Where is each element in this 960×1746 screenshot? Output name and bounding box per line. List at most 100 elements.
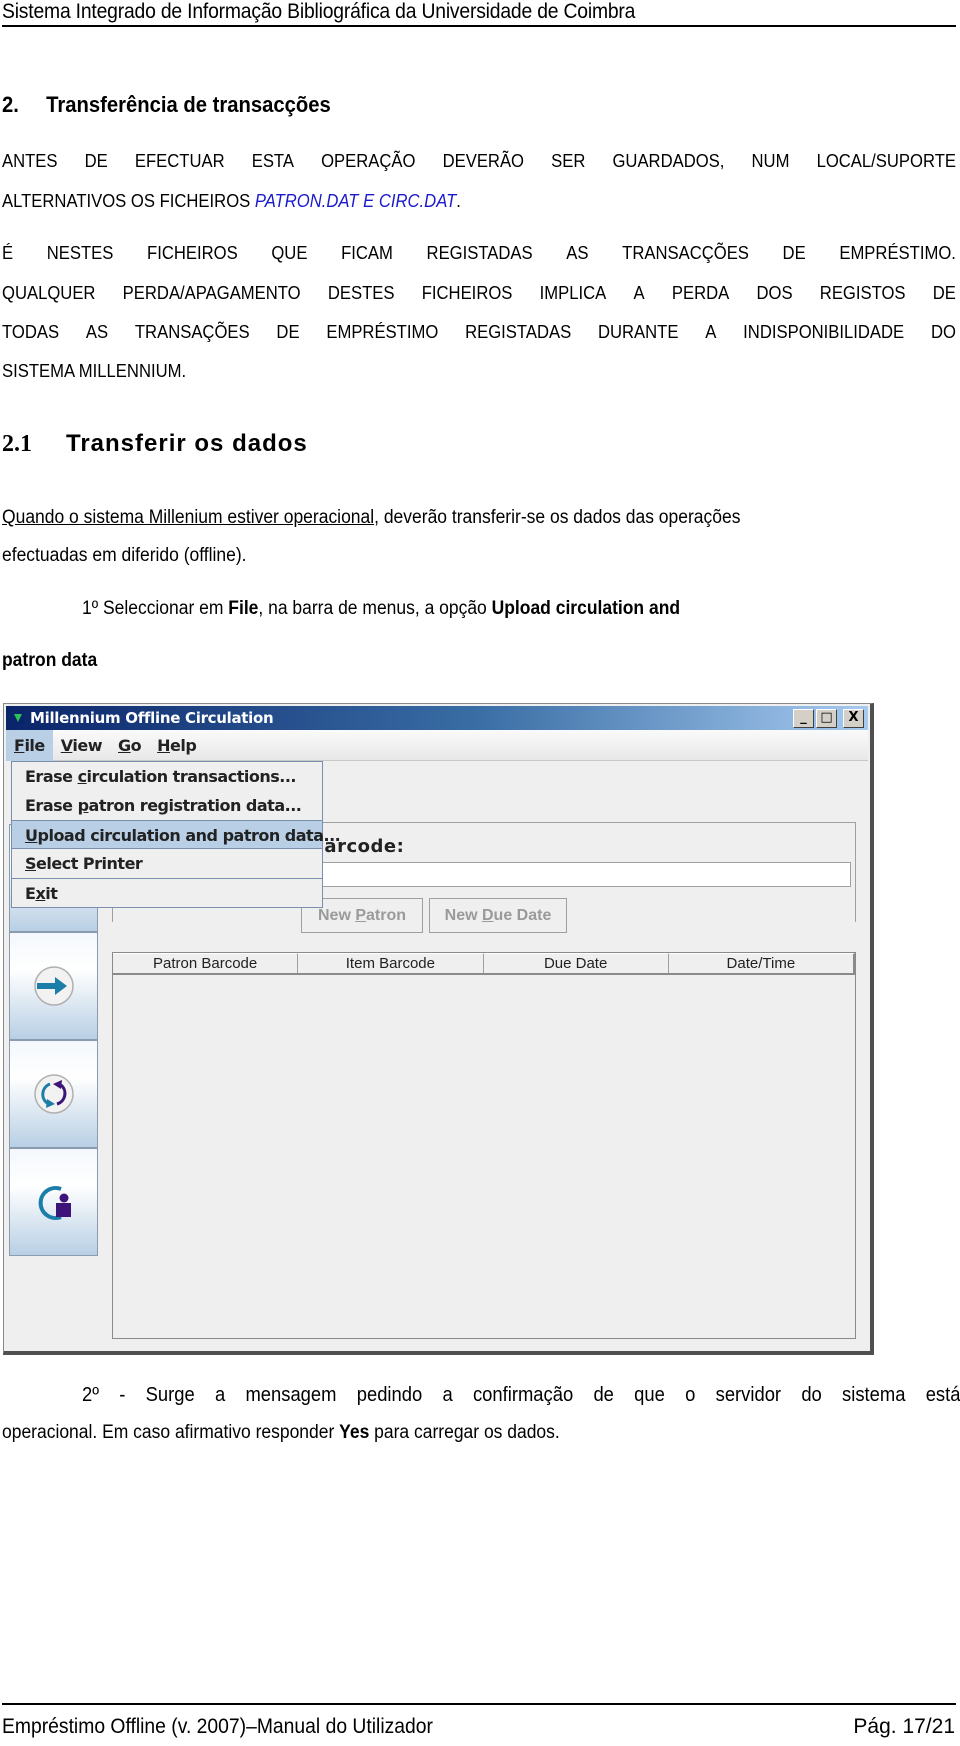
warning-line-1: ANTES DE EFECTUAR ESTA OPERAÇÃO DEVERÃO SER GUA… — [2, 150, 956, 172]
table-header: Patron Barcode Item Barcode Due Date Dat… — [113, 953, 855, 975]
step1-file: File — [228, 598, 259, 619]
word: EFECTUAR — [134, 150, 225, 171]
renew-button[interactable] — [9, 1040, 98, 1148]
page-number: Pág. 17/21 — [853, 1715, 955, 1738]
column-header-due-date[interactable]: Due Date — [483, 953, 669, 973]
maximize-button[interactable]: □ — [816, 709, 837, 728]
word: LOCAL/SUPORTE — [816, 150, 956, 171]
menu-item-erase-patron[interactable]: Erase patron registration data... — [12, 791, 322, 820]
word: É — [2, 242, 14, 263]
menu-view[interactable]: View — [53, 730, 110, 761]
word: a — [442, 1384, 453, 1406]
section-number: 2. — [2, 92, 19, 117]
column-header-date-time[interactable]: Date/Time — [668, 953, 855, 973]
step2-yes: Yes — [339, 1422, 370, 1443]
word: DE — [932, 282, 956, 303]
step1-text-2: , na barra de menus, a opção — [258, 598, 492, 619]
word: DE — [84, 150, 108, 171]
word: DESTES — [327, 282, 395, 303]
intro-line-2: efectuadas em diferido (offline). — [2, 545, 247, 566]
header-divider — [2, 25, 956, 27]
warning-line-5: TODAS AS TRANSAÇÕES DE EMPRÉSTIMO REGISTADAS D… — [2, 321, 956, 343]
word: REGISTOS — [819, 282, 906, 303]
column-header-item-barcode[interactable]: Item Barcode — [298, 953, 484, 973]
word: A — [705, 321, 717, 342]
word: ESTA — [251, 150, 294, 171]
warning-line-4: QUALQUER PERDA/APAGAMENTO DESTES FICHEIROS I… — [2, 282, 956, 304]
window-title: Millennium Offline Circulation — [30, 709, 274, 727]
patron-registration-button[interactable] — [9, 1148, 98, 1256]
word: DE — [276, 321, 300, 342]
checkin-arrow-icon — [33, 966, 74, 1006]
step2-line-2: operacional. Em caso afirmativo responde… — [2, 1422, 560, 1444]
word: DE — [782, 242, 806, 263]
word: PERDA — [671, 282, 730, 303]
word: AS — [566, 242, 589, 263]
warning-line-2: ALTERNATIVOS OS FICHEIROS PATRON.DAT E C… — [2, 190, 461, 212]
menu-item-select-printer[interactable]: Select Printer — [12, 849, 322, 878]
step2-line-1: 2º - Surge a mensagem pedindo a confirmação de qu… — [82, 1384, 960, 1407]
menu-item-text: atron registration data... — [88, 796, 302, 815]
column-header-patron-barcode[interactable]: Patron Barcode — [113, 953, 299, 973]
button-mnemonic: P — [355, 907, 366, 924]
word: TRANSAÇÕES — [134, 321, 250, 342]
word: confirmação — [472, 1384, 574, 1406]
word: PERDA/APAGAMENTO — [122, 282, 301, 303]
word: EMPRÉSTIMO — [326, 321, 439, 342]
menu-file[interactable]: File — [6, 729, 53, 761]
intro-underlined: Quando o sistema Millenium estiver opera… — [2, 507, 375, 528]
menu-go[interactable]: Go — [110, 730, 149, 761]
word: Surge — [145, 1384, 195, 1406]
menu-label: ile — [24, 735, 45, 755]
intro-rest: , deverão transferir-se os dados das ope… — [374, 507, 741, 528]
button-label: New — [444, 907, 482, 924]
word: FICHEIROS — [421, 282, 513, 303]
word: REGISTADAS — [465, 321, 572, 342]
menu-label: iew — [72, 735, 102, 755]
word: AS — [85, 321, 109, 342]
button-label: ue Date — [493, 907, 552, 924]
menu-item-exit[interactable]: Exit — [12, 878, 322, 907]
window-titlebar[interactable]: Millennium Offline Circulation _ □ X — [6, 706, 868, 730]
word: EMPRÉSTIMO. — [839, 242, 956, 263]
menu-item-text: irculation transactions... — [86, 767, 297, 786]
close-button[interactable]: X — [843, 709, 864, 728]
menu-help[interactable]: Help — [149, 730, 204, 761]
warning-line-3: É NESTES FICHEIROS QUE FICAM REGISTADAS AS TRAN… — [2, 242, 956, 264]
file-menu-dropdown: Erase circulation transactions... Erase … — [11, 761, 341, 908]
word: servidor — [715, 1384, 782, 1406]
word: sistema — [842, 1384, 906, 1406]
menu-mnemonic: V — [60, 735, 73, 755]
new-due-date-button[interactable]: New Due Date — [429, 898, 567, 933]
step2-text: operacional. Em caso afirmativo responde… — [2, 1422, 340, 1443]
warning-text: ALTERNATIVOS OS FICHEIROS — [2, 190, 255, 211]
barcode-input[interactable] — [287, 862, 851, 887]
document-header: Sistema Integrado de Informação Bibliogr… — [2, 0, 636, 23]
word: mensagem — [245, 1384, 337, 1406]
step2-text-2: para carregar os dados. — [369, 1422, 560, 1443]
button-mnemonic: D — [481, 907, 494, 924]
word: FICHEIROS — [147, 242, 238, 263]
renew-icon — [33, 1074, 74, 1114]
minimize-button[interactable]: _ — [793, 709, 814, 728]
button-label: New — [317, 907, 356, 924]
menu-item-erase-circulation[interactable]: Erase circulation transactions... — [12, 762, 322, 791]
checkin-button[interactable] — [9, 932, 98, 1040]
menu-mnemonic: H — [157, 735, 171, 755]
footer-document-title: Empréstimo Offline (v. 2007)–Manual do U… — [2, 1715, 433, 1738]
menu-item-text: pload circulation and patron data... — [37, 826, 341, 845]
word: o — [685, 1384, 696, 1406]
word: INDISPONIBILIDADE — [743, 321, 905, 342]
menu-item-upload[interactable]: Upload circulation and patron data... — [12, 820, 341, 849]
subsection-heading: 2.1 Transferir os dados — [2, 430, 308, 458]
menu-item-mnemonic: U — [25, 826, 38, 845]
word: NUM — [751, 150, 790, 171]
word: OPERAÇÃO — [321, 150, 416, 171]
menu-item-text: Erase — [25, 796, 78, 815]
menu-item-text: E — [25, 884, 36, 903]
app-logo-icon — [12, 712, 24, 724]
word: REGISTADAS — [426, 242, 533, 263]
word: IMPLICA — [539, 282, 607, 303]
word: de — [593, 1384, 614, 1406]
step1-text: 1º Seleccionar em — [82, 598, 229, 619]
